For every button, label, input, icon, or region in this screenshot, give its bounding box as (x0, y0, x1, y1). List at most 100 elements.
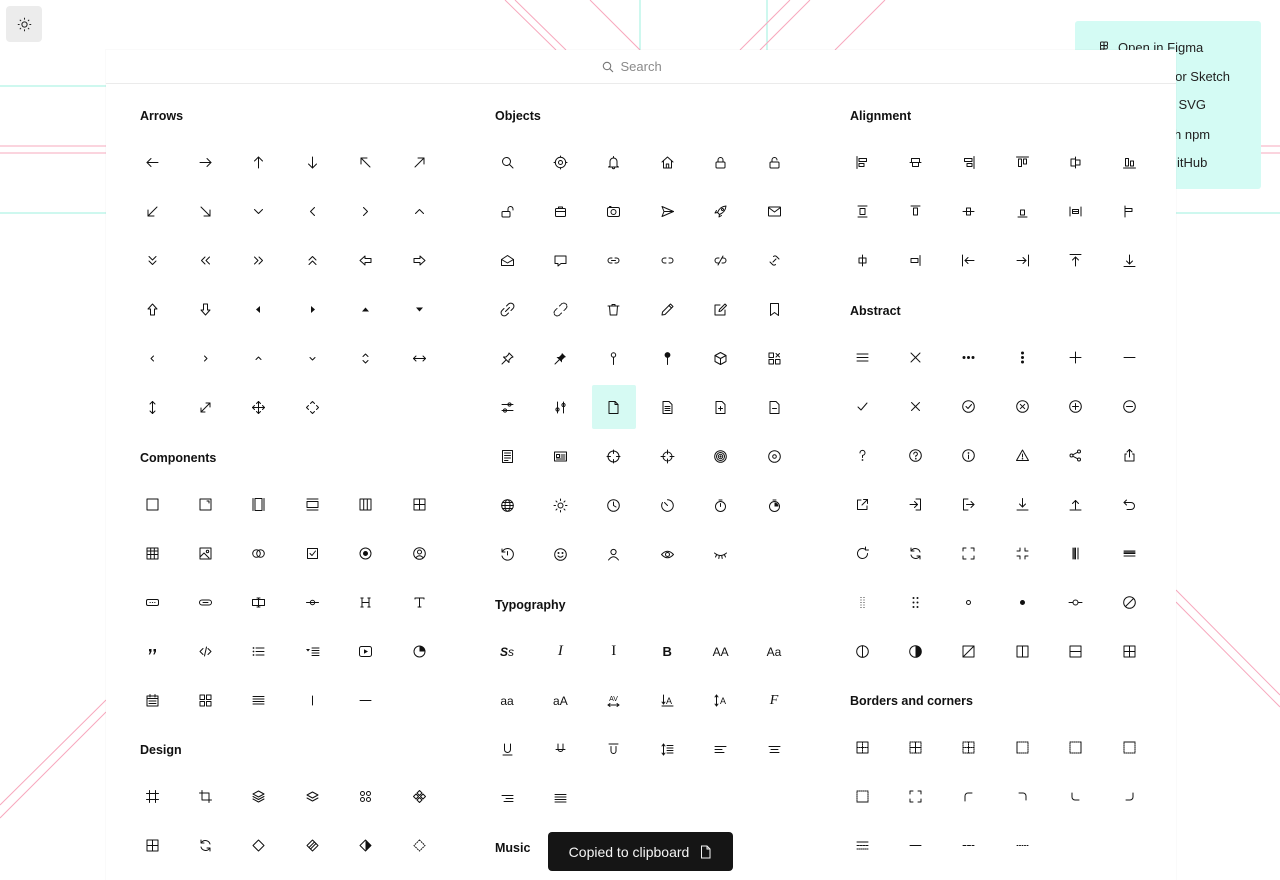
icon-cell-drag-handle-dots-2[interactable] (893, 580, 937, 624)
icon-cell-bookmark[interactable] (752, 287, 796, 331)
icon-cell-file-text[interactable] (645, 385, 689, 429)
icon-cell-exclamation-triangle[interactable] (1000, 433, 1044, 477)
icon-cell-lock-open-2[interactable] (485, 189, 529, 233)
icon-cell-countdown-timer[interactable] (645, 483, 689, 527)
icon-cell-double-arrow-down[interactable] (130, 238, 174, 282)
icon-cell-double-arrow-left[interactable] (183, 238, 227, 282)
icon-cell-space-between-horizontally[interactable] (1054, 189, 1098, 233)
icon-cell-text-align-justify[interactable] (237, 678, 281, 722)
icon-cell-checkbox[interactable] (290, 531, 334, 575)
icon-cell-dot[interactable] (947, 580, 991, 624)
icon-cell-border-none[interactable] (947, 725, 991, 769)
icon-cell-corner-bottom-right[interactable] (1107, 774, 1151, 818)
icon-cell-align-right[interactable] (947, 140, 991, 184)
icon-cell-justify-start[interactable] (1000, 189, 1044, 233)
icon-cell-border-all[interactable] (840, 725, 884, 769)
icon-cell-row-spacing[interactable] (645, 727, 689, 771)
icon-cell-pencil[interactable] (645, 287, 689, 331)
icon-cell-align-baseline[interactable]: A (645, 678, 689, 722)
icon-cell-space-evenly-vertically[interactable] (893, 189, 937, 233)
icon-cell-dashboard[interactable] (183, 678, 227, 722)
icon-cell-envelope-closed[interactable] (752, 189, 796, 233)
icon-cell-caret-sort[interactable] (344, 336, 388, 380)
icon-cell-calendar[interactable] (130, 678, 174, 722)
icon-cell-sewing-pin-filled[interactable] (645, 336, 689, 380)
icon-cell-component-placeholder[interactable] (237, 823, 281, 867)
icon-cell-justify-center[interactable] (840, 238, 884, 282)
icon-cell-border-dashed[interactable] (947, 823, 991, 867)
icon-cell-reset[interactable] (1107, 482, 1151, 526)
icon-cell-size[interactable] (183, 385, 227, 429)
icon-cell-drag-handle-dots-1[interactable] (840, 580, 884, 624)
icon-cell-heading[interactable] (344, 580, 388, 624)
icon-cell-bell[interactable] (592, 140, 636, 184)
icon-cell-exit-full-screen[interactable] (1000, 531, 1044, 575)
icon-cell-border-split[interactable] (893, 725, 937, 769)
icon-cell-letter-spacing[interactable]: AV (592, 678, 636, 722)
icon-cell-strikethrough[interactable] (538, 727, 582, 771)
icon-cell-caret-right[interactable] (183, 336, 227, 380)
icon-cell-letter-case-lowercase[interactable]: aa (485, 678, 529, 722)
icon-cell-font-italic[interactable]: I (538, 629, 582, 673)
icon-cell-text-align-left[interactable] (699, 727, 743, 771)
icon-cell-border-dotted[interactable] (1000, 823, 1044, 867)
icon-cell-component-instance[interactable] (130, 823, 174, 867)
search-input[interactable] (620, 59, 681, 74)
icon-cell-view-horizontal[interactable] (1054, 629, 1098, 673)
icon-cell-chevron-down[interactable] (237, 189, 281, 233)
icon-cell-backpack[interactable] (538, 189, 582, 233)
icon-cell-font-family[interactable]: F (752, 678, 796, 722)
icon-cell-letter-case-toggle[interactable]: aA (538, 678, 582, 722)
icon-cell-border-bottom[interactable] (840, 774, 884, 818)
icon-cell-lock-open[interactable] (752, 140, 796, 184)
icon-cell-height[interactable] (130, 385, 174, 429)
icon-cell-chevron-left[interactable] (290, 189, 334, 233)
icon-cell-thick-arrow-right[interactable] (397, 238, 441, 282)
icon-cell-value-none[interactable] (947, 629, 991, 673)
icon-cell-globe[interactable] (485, 483, 529, 527)
icon-cell-question-mark-circled[interactable] (893, 433, 937, 477)
icon-cell-arrow-top-right[interactable] (397, 140, 441, 184)
icon-cell-container[interactable] (237, 482, 281, 526)
icon-cell-pin-top[interactable] (1054, 238, 1098, 282)
icon-cell-link-3[interactable] (485, 287, 529, 331)
icon-cell-external-link[interactable] (840, 482, 884, 526)
icon-cell-section[interactable] (290, 482, 334, 526)
icon-cell-link-2[interactable] (645, 238, 689, 282)
icon-cell-camera[interactable] (592, 189, 636, 233)
icon-cell-eye-closed[interactable] (699, 532, 743, 576)
icon-cell-thick-arrow-down[interactable] (183, 287, 227, 331)
icon-cell-drag-handle-vertical[interactable] (1054, 531, 1098, 575)
icon-cell-link-break[interactable] (699, 238, 743, 282)
icon-cell-justify-end[interactable] (1107, 189, 1151, 233)
icon-cell-crosshair-2[interactable] (645, 434, 689, 478)
icon-cell-download[interactable] (1000, 482, 1044, 526)
theme-toggle-button[interactable] (6, 6, 42, 42)
icon-cell-mixer-horizontal[interactable] (485, 385, 529, 429)
icon-cell-border-style[interactable] (840, 823, 884, 867)
icon-cell-crop[interactable] (183, 774, 227, 818)
icon-cell-check-circled[interactable] (947, 384, 991, 428)
icon-cell-arrow-bottom-right[interactable] (183, 189, 227, 233)
icon-cell-caret-down[interactable] (290, 336, 334, 380)
icon-cell-radiobutton[interactable] (344, 531, 388, 575)
icon-cell-enter[interactable] (893, 482, 937, 526)
download-svg-link[interactable]: l SVG (1172, 97, 1206, 112)
icon-cell-circle-half[interactable] (840, 629, 884, 673)
icon-cell-slash[interactable] (1107, 580, 1151, 624)
icon-cell-thick-arrow-up[interactable] (130, 287, 174, 331)
icon-cell-justify-stretch[interactable] (893, 238, 937, 282)
icon-cell-triangle-down[interactable] (397, 287, 441, 331)
icon-cell-pin-left[interactable] (947, 238, 991, 282)
icon-cell-reload[interactable] (840, 531, 884, 575)
icon-cell-align-center-vertically[interactable] (1054, 140, 1098, 184)
icon-cell-reader[interactable] (485, 434, 529, 478)
icon-cell-dots-horizontal[interactable] (947, 335, 991, 379)
icon-cell-overline[interactable] (592, 727, 636, 771)
icon-cell-minus[interactable] (1107, 335, 1151, 379)
icon-cell-chat-bubble[interactable] (538, 238, 582, 282)
icon-cell-sewing-pin[interactable] (592, 336, 636, 380)
icon-cell-cube[interactable] (699, 336, 743, 380)
icon-cell-clock[interactable] (592, 483, 636, 527)
icon-cell-video[interactable] (344, 629, 388, 673)
